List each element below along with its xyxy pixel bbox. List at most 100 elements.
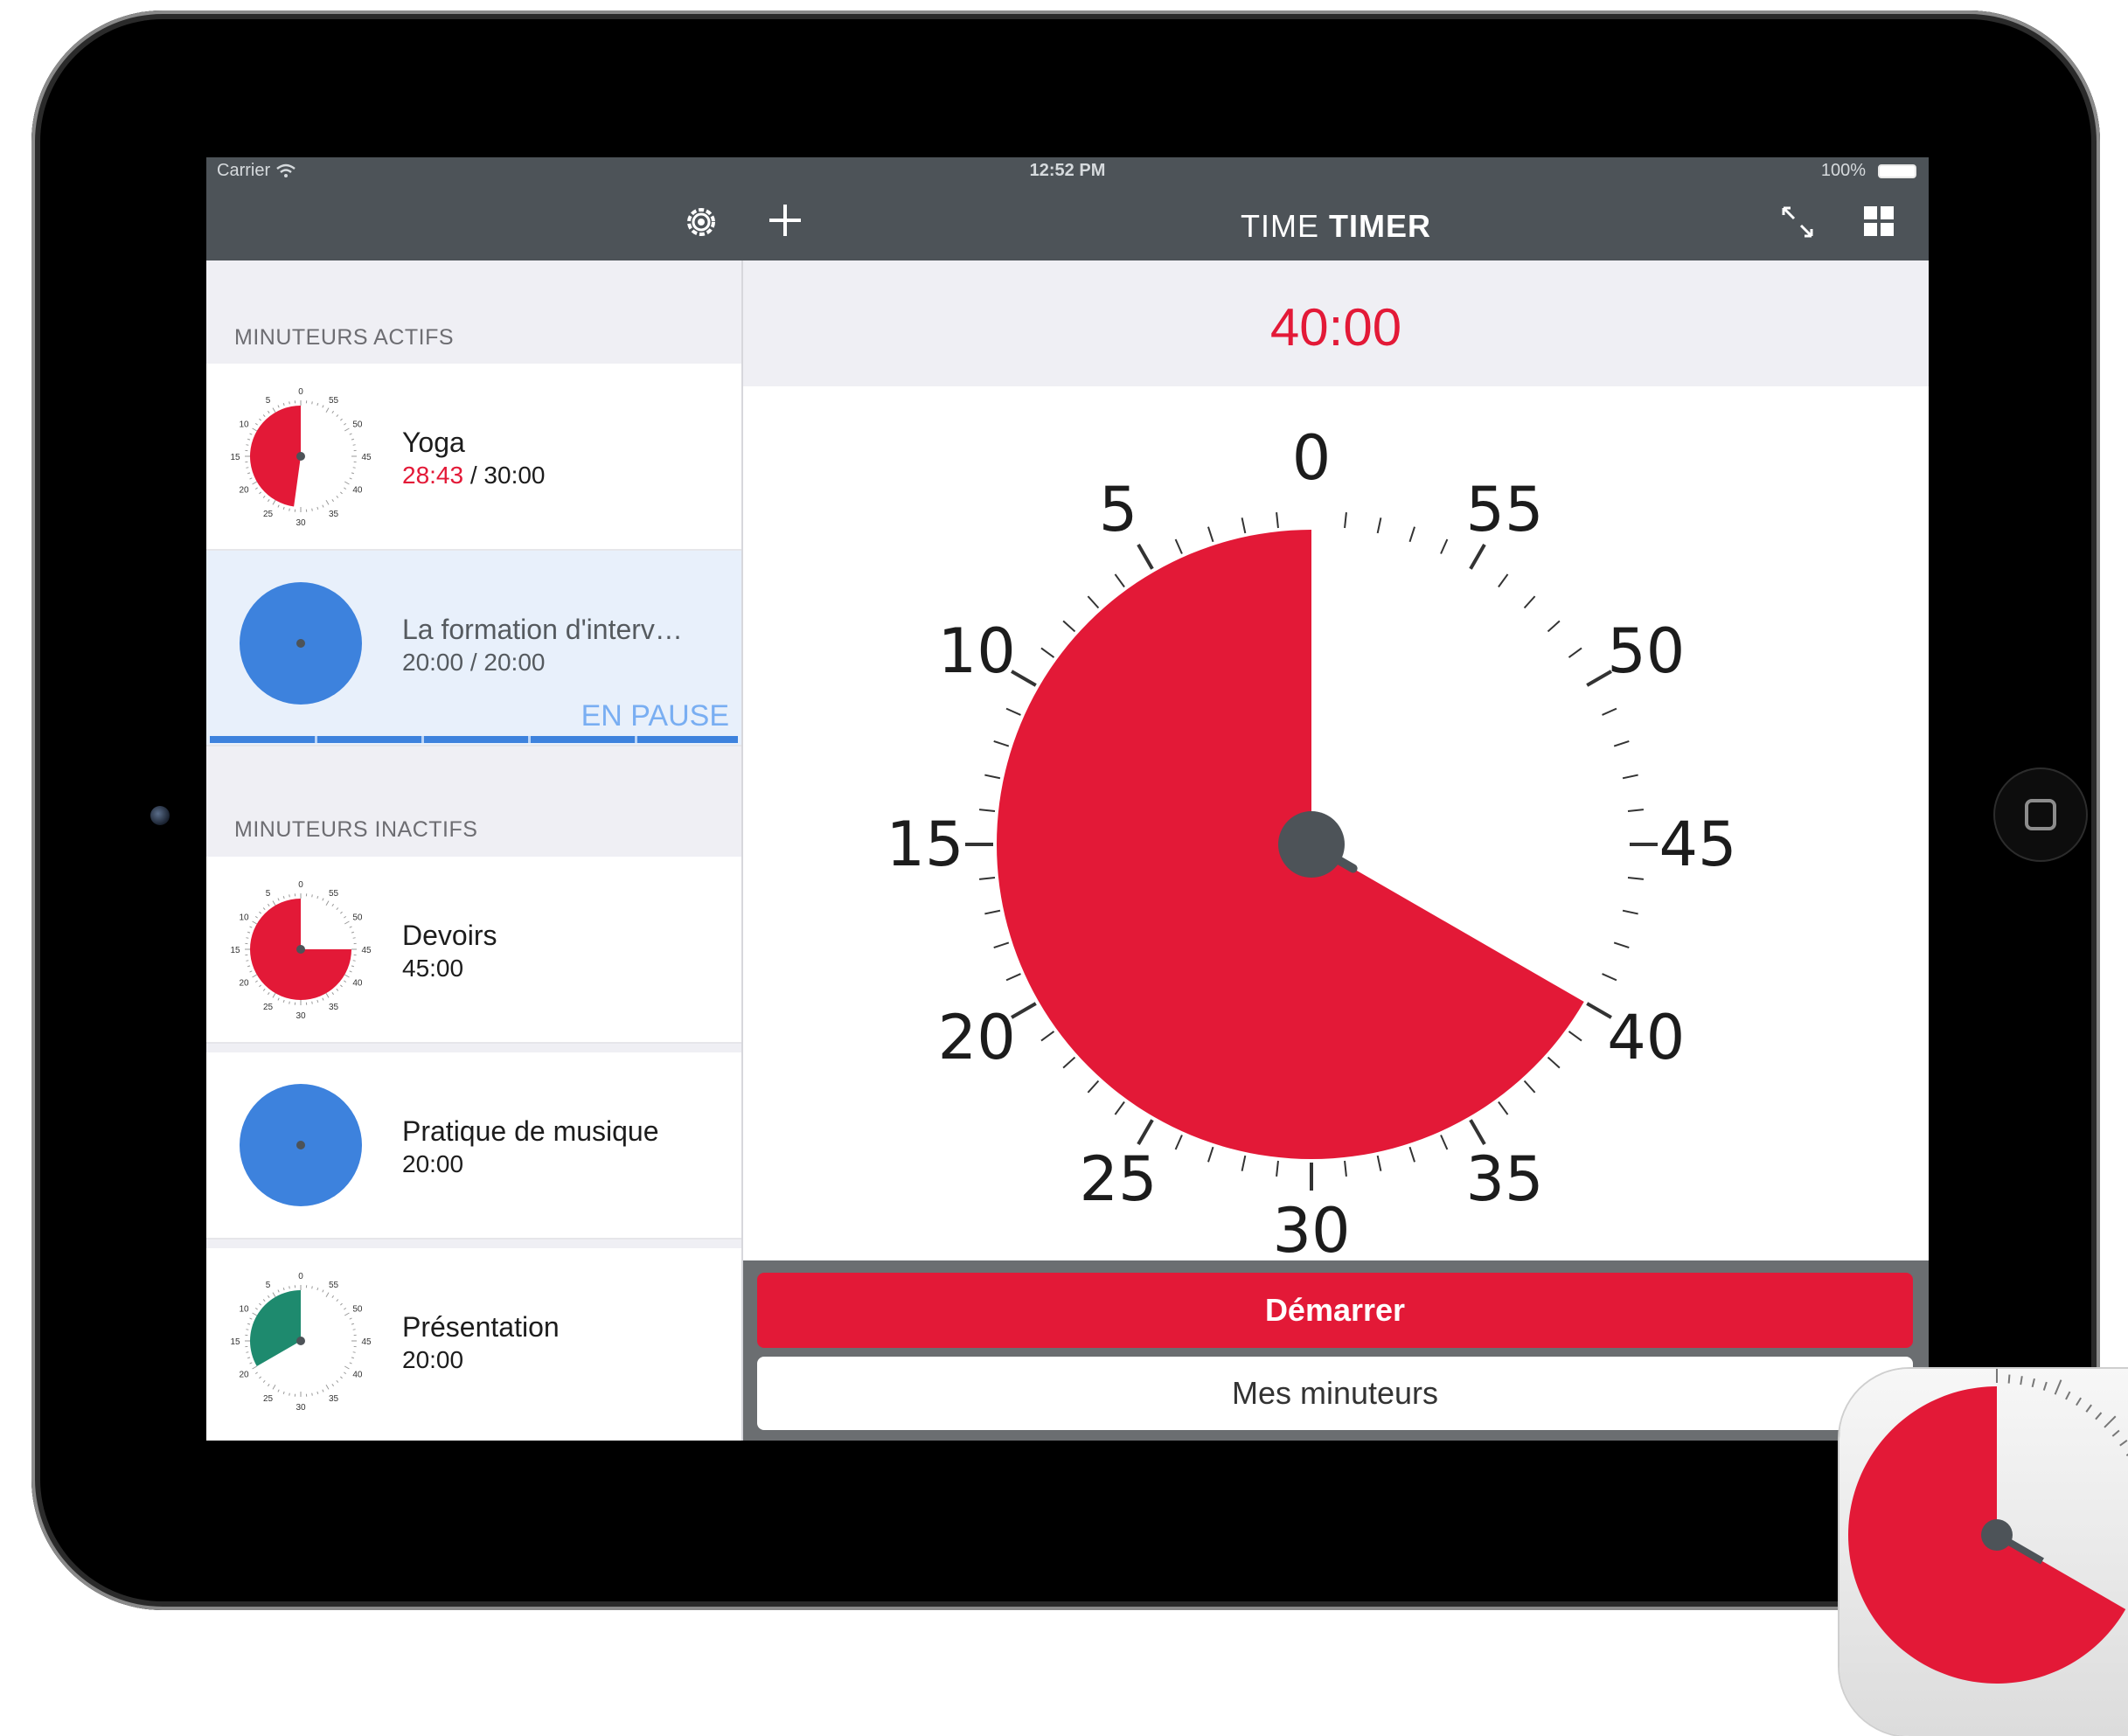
dial-label: 10 <box>239 420 249 430</box>
logo-tick <box>2076 1398 2081 1406</box>
dial-tick <box>1041 648 1054 657</box>
dial-tick <box>1041 1031 1054 1041</box>
dial-tick <box>1548 621 1560 631</box>
dial-tick <box>289 1002 290 1004</box>
dial-center <box>296 945 305 954</box>
dial-label: 30 <box>296 1403 306 1413</box>
paused-progress-bar <box>210 736 738 743</box>
dial-tick <box>1115 1101 1124 1115</box>
dial-label: 10 <box>239 1305 249 1315</box>
dial-tick <box>289 1286 290 1288</box>
timer-row-yoga[interactable]: 0555045403530252015105 Yoga 28:43 / 30:0… <box>206 364 741 551</box>
dial-tick <box>984 911 1000 914</box>
start-button[interactable]: Démarrer <box>757 1273 1913 1348</box>
dial-knob <box>1278 811 1345 878</box>
dial-tick <box>1378 517 1381 533</box>
active-section-label: MINUTEURS ACTIFS <box>234 325 454 351</box>
dial-tick <box>312 1286 313 1288</box>
logo-tick <box>2020 1376 2022 1385</box>
mini-dial-icon: 0555045403530252015105 <box>226 1266 376 1416</box>
dial-tick <box>246 468 248 469</box>
dial-number: 25 <box>1079 1143 1157 1215</box>
dial-tick <box>1006 709 1020 715</box>
home-square-icon <box>2025 799 2056 830</box>
timer-name: Présentation <box>402 1311 560 1344</box>
mini-dial-icon <box>226 568 376 719</box>
dial-tick <box>289 1393 290 1396</box>
dial-tick <box>1006 974 1020 980</box>
status-bar: Carrier 12:52 PM 100% <box>206 157 1929 184</box>
home-button[interactable] <box>1993 767 2088 862</box>
timer-progress: 28:43 / 30:00 <box>402 462 546 490</box>
dial-tick <box>1499 1101 1508 1115</box>
expand-icon[interactable] <box>1780 205 1815 240</box>
dial-tick <box>1441 1135 1447 1149</box>
dial-tick <box>1614 741 1629 746</box>
dial-tick <box>353 938 356 939</box>
time-display: 40:00 <box>743 297 1929 358</box>
dial-tick <box>1345 512 1346 528</box>
screen: MINUTEURS ACTIFS 0555045403530252015105 … <box>206 157 1929 1441</box>
dial-label: 5 <box>266 889 271 899</box>
dial-tick <box>312 401 313 404</box>
dial-center <box>296 1141 305 1149</box>
dial-tick <box>312 894 313 897</box>
dial-label: 50 <box>352 1305 363 1315</box>
logo-tick <box>2086 1405 2091 1412</box>
dial-number: 5 <box>1099 474 1138 545</box>
elapsed-time: 28:43 <box>402 462 463 489</box>
dial-number: 55 <box>1465 474 1543 545</box>
battery-icon <box>1878 164 1916 178</box>
dial-tick <box>1628 878 1644 879</box>
dial-label: 40 <box>352 486 363 496</box>
timer-row-devoirs[interactable]: 0555045403530252015105 Devoirs 45:00 <box>206 857 741 1044</box>
dial-label: 10 <box>239 913 249 923</box>
logo-tick <box>2112 1431 2119 1436</box>
time-separator: / <box>463 462 483 489</box>
logo-tick <box>2120 1441 2127 1446</box>
dial-center <box>296 452 305 461</box>
my-timers-button[interactable]: Mes minuteurs <box>757 1357 1913 1430</box>
settings-icon[interactable] <box>682 203 720 241</box>
dial-label: 50 <box>352 420 363 430</box>
dial-label: 30 <box>296 518 306 528</box>
logo-tick <box>2044 1382 2047 1391</box>
logo-tick <box>2104 1416 2116 1427</box>
timer-name: Yoga <box>402 427 465 459</box>
dial-label: 45 <box>361 946 372 955</box>
dial-number: 20 <box>938 1002 1016 1073</box>
timer-row-musique[interactable]: Pratique de musique 20:00 <box>206 1052 741 1240</box>
logo-knob <box>1981 1519 2013 1551</box>
dial-tick <box>1525 1081 1535 1093</box>
app-title-bold: TIMER <box>1329 208 1431 244</box>
dial-tick <box>353 961 356 962</box>
inactive-section-label: MINUTEURS INACTIFS <box>234 817 477 843</box>
dial-number: 0 <box>1292 422 1332 494</box>
main-timer-dial[interactable]: 0510152025303540455055 <box>874 407 1749 1281</box>
dial-label: 50 <box>352 913 363 923</box>
timer-name: Devoirs <box>402 920 497 952</box>
logo-tick <box>2055 1380 2062 1395</box>
battery-percent: 100% <box>1821 161 1866 181</box>
logo-dial-icon <box>1839 1369 2128 1736</box>
dial-label: 5 <box>266 396 271 406</box>
dial-tick <box>1088 1081 1098 1093</box>
grid-icon[interactable] <box>1862 205 1895 238</box>
timer-duration: 20:00 <box>402 1150 463 1178</box>
dial-label: 35 <box>329 1003 339 1012</box>
dial-tick <box>1176 539 1182 553</box>
mini-dial-icon: 0555045403530252015105 <box>226 874 376 1024</box>
dial-tick <box>1623 911 1638 914</box>
timer-row-formation[interactable]: La formation d'interv… 20:00 / 20:00 EN … <box>206 551 741 746</box>
dial-tick <box>312 1393 313 1396</box>
timer-row-presentation[interactable]: 0555045403530252015105 Présentation 20:0… <box>206 1248 741 1441</box>
dial-label: 55 <box>329 1281 339 1290</box>
logo-tick <box>2033 1378 2034 1387</box>
app-title-light: TIME <box>1241 208 1329 244</box>
dial-tick <box>1603 709 1617 715</box>
mini-dial-icon <box>226 1070 376 1220</box>
dial-number: 10 <box>938 615 1016 687</box>
logo-tick <box>2066 1392 2070 1399</box>
dial-tick <box>312 509 313 511</box>
dial-tick <box>1471 545 1485 569</box>
